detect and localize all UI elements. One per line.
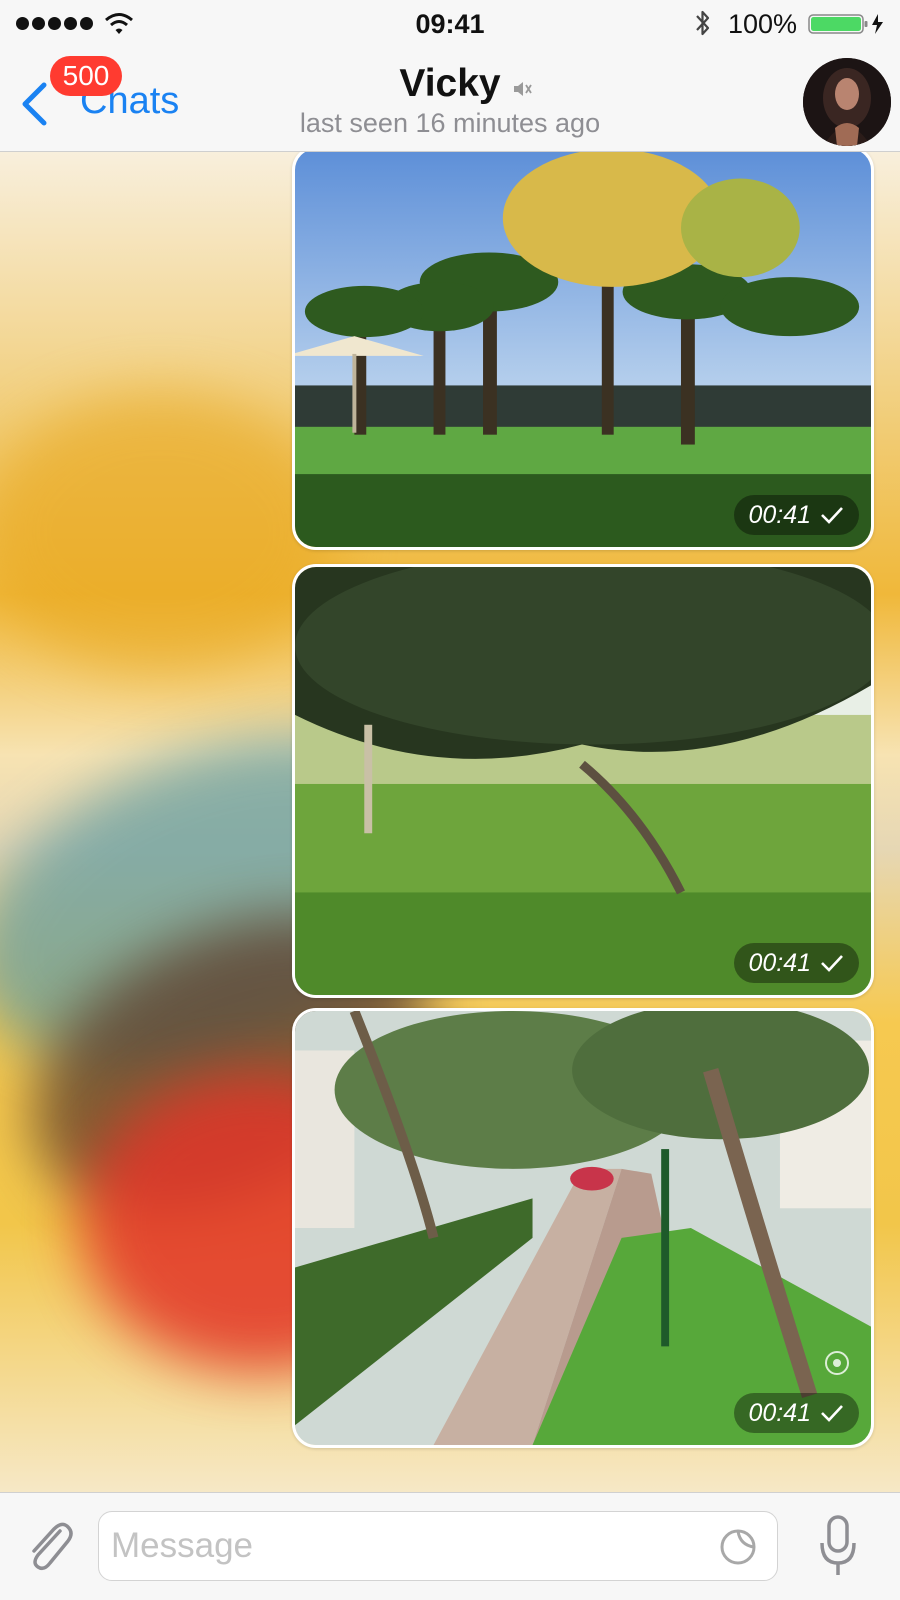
video-thumbnail bbox=[295, 152, 871, 547]
nav-bar: Chats 500 Vicky last seen 16 minutes ago bbox=[0, 48, 900, 152]
contact-avatar[interactable] bbox=[803, 58, 891, 146]
chat-subtitle: last seen 16 minutes ago bbox=[299, 108, 601, 138]
message-meta: 00:41 bbox=[734, 1393, 859, 1433]
message-time: 00:41 bbox=[748, 500, 811, 529]
video-thumbnail bbox=[295, 1011, 871, 1445]
wallpaper-blur-yellow bbox=[0, 392, 340, 672]
chat-screen: 09:41 100% Chats 500 Vicky last seen 16 … bbox=[0, 0, 900, 1600]
message-input[interactable] bbox=[98, 1511, 778, 1581]
status-bar: 09:41 100% bbox=[0, 0, 900, 48]
input-bar bbox=[0, 1492, 900, 1600]
sticker-icon[interactable] bbox=[718, 1527, 758, 1567]
microphone-icon[interactable] bbox=[818, 1511, 858, 1581]
chat-area[interactable]: 00:41 00:41 00:41 bbox=[0, 152, 900, 1492]
message-meta: 00:41 bbox=[734, 495, 859, 535]
video-message[interactable]: 00:41 bbox=[292, 152, 874, 550]
battery-icon bbox=[808, 14, 883, 34]
charging-bolt-icon bbox=[872, 14, 883, 34]
video-thumbnail bbox=[295, 567, 871, 995]
mute-icon bbox=[514, 82, 532, 96]
message-time: 00:41 bbox=[748, 948, 811, 977]
video-message[interactable]: 00:41 bbox=[292, 564, 874, 998]
check-icon bbox=[821, 1405, 843, 1422]
views-eye-icon bbox=[825, 1351, 849, 1375]
unread-badge: 500 bbox=[50, 56, 122, 96]
message-time: 00:41 bbox=[748, 1398, 811, 1427]
attach-paperclip-icon[interactable] bbox=[20, 1517, 76, 1577]
video-message[interactable]: 00:41 bbox=[292, 1008, 874, 1448]
message-meta: 00:41 bbox=[734, 943, 859, 983]
battery-percent: 100% bbox=[728, 9, 798, 39]
check-icon bbox=[821, 955, 843, 972]
check-icon bbox=[821, 507, 843, 524]
bluetooth-icon bbox=[696, 10, 710, 36]
chat-title[interactable]: Vicky bbox=[0, 62, 900, 106]
